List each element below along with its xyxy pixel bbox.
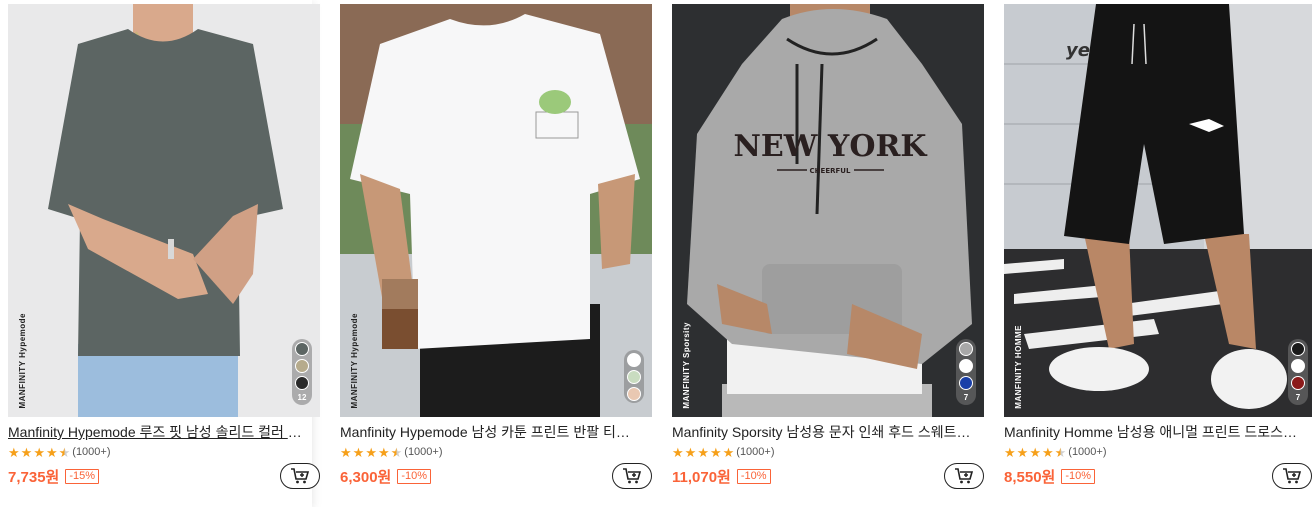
price-row: 11,070원 -10% [672, 466, 771, 487]
color-swatch[interactable] [1291, 359, 1305, 373]
rating-stars: ★ ★ ★ ★ ★ [672, 446, 734, 459]
color-swatch[interactable] [627, 370, 641, 384]
star-icon: ★ [722, 444, 735, 460]
review-count: (1000+) [736, 446, 775, 458]
color-swatches: 7 [1288, 339, 1308, 405]
cart-add-icon [1283, 468, 1302, 484]
product-card[interactable]: NEW YORK CHEERFUL MANFINITY Sporsity 7 M… [664, 0, 984, 507]
color-swatch[interactable] [295, 342, 309, 356]
product-title[interactable]: Manfinity Hypemode 루즈 핏 남성 솔리드 컬러 티셔츠 [8, 423, 308, 441]
brand-tag: MANFINITY Hypemode [350, 313, 359, 409]
rating-stars: ★ ★ ★ ★ ★ [1004, 446, 1066, 459]
star-icon: ★ [697, 444, 709, 460]
rating: ★ ★ ★ ★ ★ (1000+) [672, 445, 775, 459]
cart-add-icon [623, 468, 642, 484]
swatch-count: 7 [963, 393, 969, 402]
brand-tag: MANFINITY Sporsity [682, 322, 691, 409]
hoodie-print-text: NEW YORK [734, 129, 928, 164]
discount-badge: -15% [65, 469, 100, 484]
color-swatch[interactable] [295, 376, 309, 390]
hoodie-print-subtext: CHEERFUL [810, 167, 851, 175]
review-count: (1000+) [404, 446, 443, 458]
star-icon: ★ [33, 444, 45, 460]
price-row: 8,550원 -10% [1004, 466, 1096, 487]
color-swatch[interactable] [1291, 376, 1305, 390]
star-icon: ★ [340, 444, 352, 460]
rating: ★ ★ ★ ★ ★ (1000+) [1004, 445, 1107, 459]
product-title[interactable]: Manfinity Sporsity 남성용 문자 인쇄 후드 스웨트셔츠 [672, 423, 972, 441]
color-swatch[interactable] [627, 387, 641, 401]
color-swatch[interactable] [959, 342, 973, 356]
price: 7,735원 [8, 469, 60, 486]
half-star-icon: ★ [1054, 444, 1067, 460]
review-count: (1000+) [72, 446, 111, 458]
color-swatch[interactable] [959, 359, 973, 373]
star-icon: ★ [20, 444, 33, 460]
swatch-count: 7 [1295, 393, 1301, 402]
add-to-cart-button[interactable] [280, 463, 320, 489]
color-swatch[interactable] [295, 359, 309, 373]
price: 6,300원 [340, 469, 392, 486]
price: 11,070원 [672, 469, 731, 486]
star-icon: ★ [1041, 444, 1054, 460]
brand-tag: MANFINITY Hypemode [18, 313, 27, 409]
product-title[interactable]: Manfinity Homme 남성용 애니멀 프린트 드로스트링 반바지 [1004, 423, 1304, 441]
discount-badge: -10% [1061, 469, 1096, 484]
discount-badge: -10% [736, 469, 771, 484]
price: 8,550원 [1004, 469, 1056, 486]
brand-tag: MANFINITY HOMME [1014, 325, 1023, 409]
product-grid: MANFINITY Hypemode 12 Manfinity Hypemode… [0, 0, 1312, 507]
add-to-cart-button[interactable] [1272, 463, 1312, 489]
rating: ★ ★ ★ ★ ★ (1000+) [8, 445, 111, 459]
swatch-count: 12 [297, 393, 307, 402]
color-swatch[interactable] [627, 353, 641, 367]
star-icon: ★ [672, 444, 684, 460]
product-image[interactable]: NEW YORK CHEERFUL MANFINITY Sporsity 7 [672, 4, 984, 417]
star-icon: ★ [352, 444, 365, 460]
half-star-icon: ★ [58, 444, 71, 460]
rating: ★ ★ ★ ★ ★ (1000+) [340, 445, 443, 459]
star-icon: ★ [709, 444, 722, 460]
color-swatches: 7 [956, 339, 976, 405]
star-icon: ★ [8, 444, 20, 460]
product-title[interactable]: Manfinity Hypemode 남성 카툰 프린트 반팔 티셔츠 [340, 423, 640, 441]
star-icon: ★ [684, 444, 697, 460]
product-image[interactable]: yes! MANFINITY HOMME 7 [1004, 4, 1312, 417]
add-to-cart-button[interactable] [944, 463, 984, 489]
product-image[interactable]: MANFINITY Hypemode [340, 4, 652, 417]
discount-badge: -10% [397, 469, 432, 484]
star-icon: ★ [45, 444, 58, 460]
product-card[interactable]: MANFINITY Hypemode 12 Manfinity Hypemode… [0, 0, 320, 507]
color-swatches: 12 [292, 339, 312, 405]
star-icon: ★ [365, 444, 377, 460]
price-row: 7,735원 -15% [8, 466, 100, 487]
star-icon: ★ [1004, 444, 1016, 460]
cart-add-icon [291, 468, 310, 484]
rating-stars: ★ ★ ★ ★ ★ [8, 446, 70, 459]
review-count: (1000+) [1068, 446, 1107, 458]
price-row: 6,300원 -10% [340, 466, 432, 487]
cart-add-icon [955, 468, 974, 484]
product-card[interactable]: yes! MANFINITY HOMME 7 Manfinity Homme 남… [996, 0, 1312, 507]
rating-stars: ★ ★ ★ ★ ★ [340, 446, 402, 459]
star-icon: ★ [1016, 444, 1029, 460]
color-swatches [624, 350, 644, 403]
add-to-cart-button[interactable] [612, 463, 652, 489]
color-swatch[interactable] [1291, 342, 1305, 356]
product-card[interactable]: MANFINITY Hypemode Manfinity Hypemode 남성… [332, 0, 652, 507]
color-swatch[interactable] [959, 376, 973, 390]
product-image[interactable]: MANFINITY Hypemode 12 [8, 4, 320, 417]
half-star-icon: ★ [390, 444, 403, 460]
star-icon: ★ [377, 444, 390, 460]
star-icon: ★ [1029, 444, 1041, 460]
